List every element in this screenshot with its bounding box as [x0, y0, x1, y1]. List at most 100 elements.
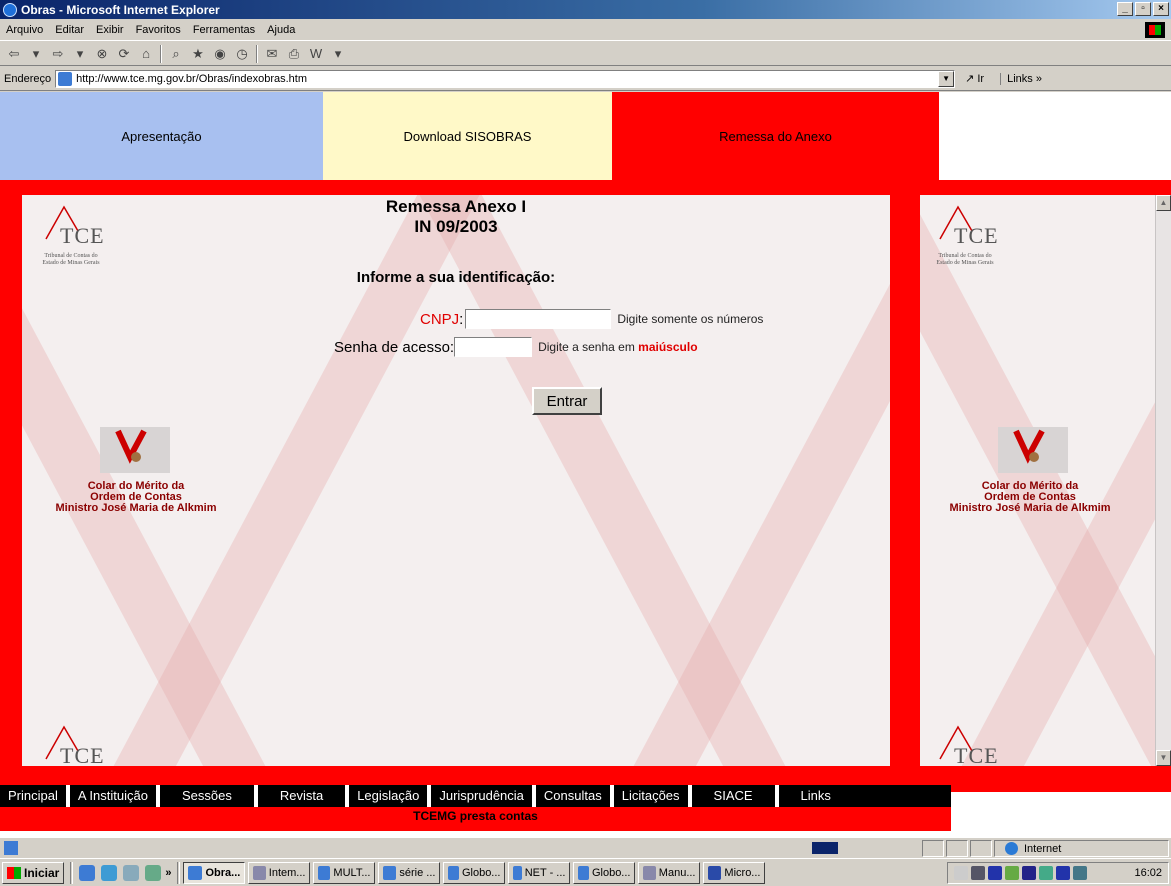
restore-button[interactable]: ▫: [1135, 2, 1151, 16]
task-manu[interactable]: Manu...: [638, 861, 701, 884]
history-icon[interactable]: ◷: [234, 46, 250, 62]
bottom-nav-revista[interactable]: Revista: [258, 785, 350, 807]
refresh-icon[interactable]: ⟳: [116, 46, 132, 62]
task-globo[interactable]: Globo...: [443, 861, 506, 884]
toolbar-separator: [256, 44, 258, 63]
print-icon[interactable]: ⎙: [286, 46, 302, 62]
media-icon[interactable]: ◉: [212, 46, 228, 62]
menu-arquivo[interactable]: Arquivo: [0, 24, 49, 36]
task-micro[interactable]: Micro...: [703, 861, 766, 884]
word-icon[interactable]: W: [308, 46, 324, 62]
medal-image[interactable]: [100, 427, 170, 473]
volume-icon[interactable]: [954, 866, 968, 880]
search-icon: [253, 865, 266, 880]
side-frame: TCE Tribunal de Contas do Estado de Mina…: [920, 195, 1171, 766]
task-mult[interactable]: MULT...: [313, 861, 376, 884]
cnpj-colon: :: [459, 310, 464, 328]
minimize-button[interactable]: _: [1117, 2, 1133, 16]
language-icon[interactable]: [1022, 866, 1036, 880]
address-dropdown-icon[interactable]: ▼: [938, 70, 955, 87]
go-button[interactable]: ↗ Ir: [965, 72, 984, 85]
menu-ajuda[interactable]: Ajuda: [261, 24, 301, 36]
form-title-line1: Remessa Anexo I: [385, 197, 527, 216]
quicklaunch-ie2-icon[interactable]: [101, 864, 118, 881]
globe-icon: [1005, 842, 1018, 855]
page-viewport: Apresentação Download SISOBRAS Remessa d…: [0, 92, 1171, 837]
scroll-down-icon[interactable]: ▼: [1156, 750, 1171, 766]
bottom-nav-sessoes[interactable]: Sessões: [160, 785, 258, 807]
menu-editar[interactable]: Editar: [49, 24, 90, 36]
nav-apresentacao[interactable]: Apresentação: [0, 92, 323, 180]
task-label: Intem...: [268, 866, 306, 879]
menu-ferramentas[interactable]: Ferramentas: [187, 24, 261, 36]
back-dropdown-icon[interactable]: ▾: [28, 46, 44, 62]
ie-icon: [188, 865, 203, 880]
side-frame-scrollbar[interactable]: ▲ ▼: [1155, 195, 1171, 766]
task-label: Micro...: [724, 866, 761, 879]
top-navigation: Apresentação Download SISOBRAS Remessa d…: [0, 92, 1171, 180]
task-serie[interactable]: série ...: [378, 861, 441, 884]
taskbar: Iniciar » Obra... Intem... MULT... série…: [0, 858, 1171, 886]
bottom-nav-legislacao[interactable]: Legislação: [349, 785, 432, 807]
quicklaunch-folder-icon[interactable]: [123, 864, 140, 881]
menu-exibir[interactable]: Exibir: [90, 24, 130, 36]
security-zone-label: Internet: [1024, 842, 1062, 855]
bottom-nav-principal[interactable]: Principal: [0, 785, 70, 807]
messenger-icon[interactable]: [1005, 866, 1019, 880]
task-obras[interactable]: Obra...: [183, 861, 246, 884]
links-button[interactable]: Links »: [1000, 72, 1042, 85]
bottom-nav-licitacoes[interactable]: Licitações: [614, 785, 692, 807]
quicklaunch-more-icon[interactable]: »: [165, 867, 171, 879]
senha-input[interactable]: [454, 337, 533, 357]
favorites-icon[interactable]: ★: [190, 46, 206, 62]
tray-display-icon[interactable]: [1073, 866, 1087, 880]
taskbar-separator: [70, 861, 74, 884]
quicklaunch-desktop-icon[interactable]: [145, 864, 162, 881]
bottom-nav-instituicao[interactable]: A Instituição: [70, 785, 160, 807]
medal-caption-side: Colar do Mérito da Ordem de Contas Minis…: [930, 481, 1130, 514]
task-intem[interactable]: Intem...: [248, 861, 311, 884]
main-frame: TCE Tribunal de Contas do Estado de Mina…: [22, 195, 890, 766]
forward-icon[interactable]: ⇨: [50, 46, 66, 62]
ie-icon: [448, 865, 459, 880]
entrar-button[interactable]: Entrar: [532, 387, 602, 415]
home-icon[interactable]: ⌂: [138, 46, 154, 62]
bottom-nav-links[interactable]: Links: [779, 785, 853, 807]
cnpj-input[interactable]: [465, 309, 612, 329]
stop-icon[interactable]: ⊗: [94, 46, 110, 62]
progress-indicator: [812, 842, 838, 854]
medal-caption-line3: Ministro José Maria de Alkmim: [949, 502, 1111, 514]
tray-shield-icon[interactable]: [1056, 866, 1070, 880]
mail-icon[interactable]: ✉: [264, 46, 280, 62]
senha-row: Senha de acesso: Digite a senha em maiús…: [334, 337, 698, 357]
forward-dropdown-icon[interactable]: ▾: [72, 46, 88, 62]
task-label: Manu...: [658, 866, 696, 879]
nav-download-sisobras[interactable]: Download SISOBRAS: [323, 92, 612, 180]
presta-contas-link[interactable]: TCEMG presta contas: [0, 807, 951, 831]
close-button[interactable]: ×: [1153, 2, 1169, 16]
ie-icon: [3, 2, 17, 17]
bottom-nav-jurisprudencia[interactable]: Jurisprudência: [431, 785, 536, 807]
scroll-up-icon[interactable]: ▲: [1156, 195, 1171, 211]
task-label: MULT...: [333, 866, 371, 879]
clock[interactable]: 16:02: [1134, 867, 1162, 879]
task-net[interactable]: NET - ...: [508, 861, 571, 884]
nav-remessa-anexo[interactable]: Remessa do Anexo: [612, 92, 939, 180]
task-label: Globo...: [461, 866, 501, 879]
start-button[interactable]: Iniciar: [2, 861, 65, 884]
search-icon[interactable]: ⌕: [168, 46, 184, 62]
tray-app-icon[interactable]: [1039, 866, 1053, 880]
task-globo2[interactable]: Globo...: [573, 861, 636, 884]
address-input[interactable]: http://www.tce.mg.gov.br/Obras/indexobra…: [55, 69, 956, 88]
antivirus-icon[interactable]: [988, 866, 1002, 880]
medal-image-side[interactable]: [998, 427, 1068, 473]
back-icon[interactable]: ⇦: [6, 46, 22, 62]
word-dropdown-icon[interactable]: ▾: [330, 46, 346, 62]
bottom-nav-consultas[interactable]: Consultas: [536, 785, 614, 807]
menu-favoritos[interactable]: Favoritos: [130, 24, 187, 36]
quicklaunch-ie-icon[interactable]: [79, 864, 96, 881]
status-bar: Internet: [0, 837, 1171, 858]
bottom-nav-siace[interactable]: SIACE: [692, 785, 779, 807]
tce-logo-text: TCE: [954, 223, 999, 248]
network-icon[interactable]: [971, 866, 985, 880]
